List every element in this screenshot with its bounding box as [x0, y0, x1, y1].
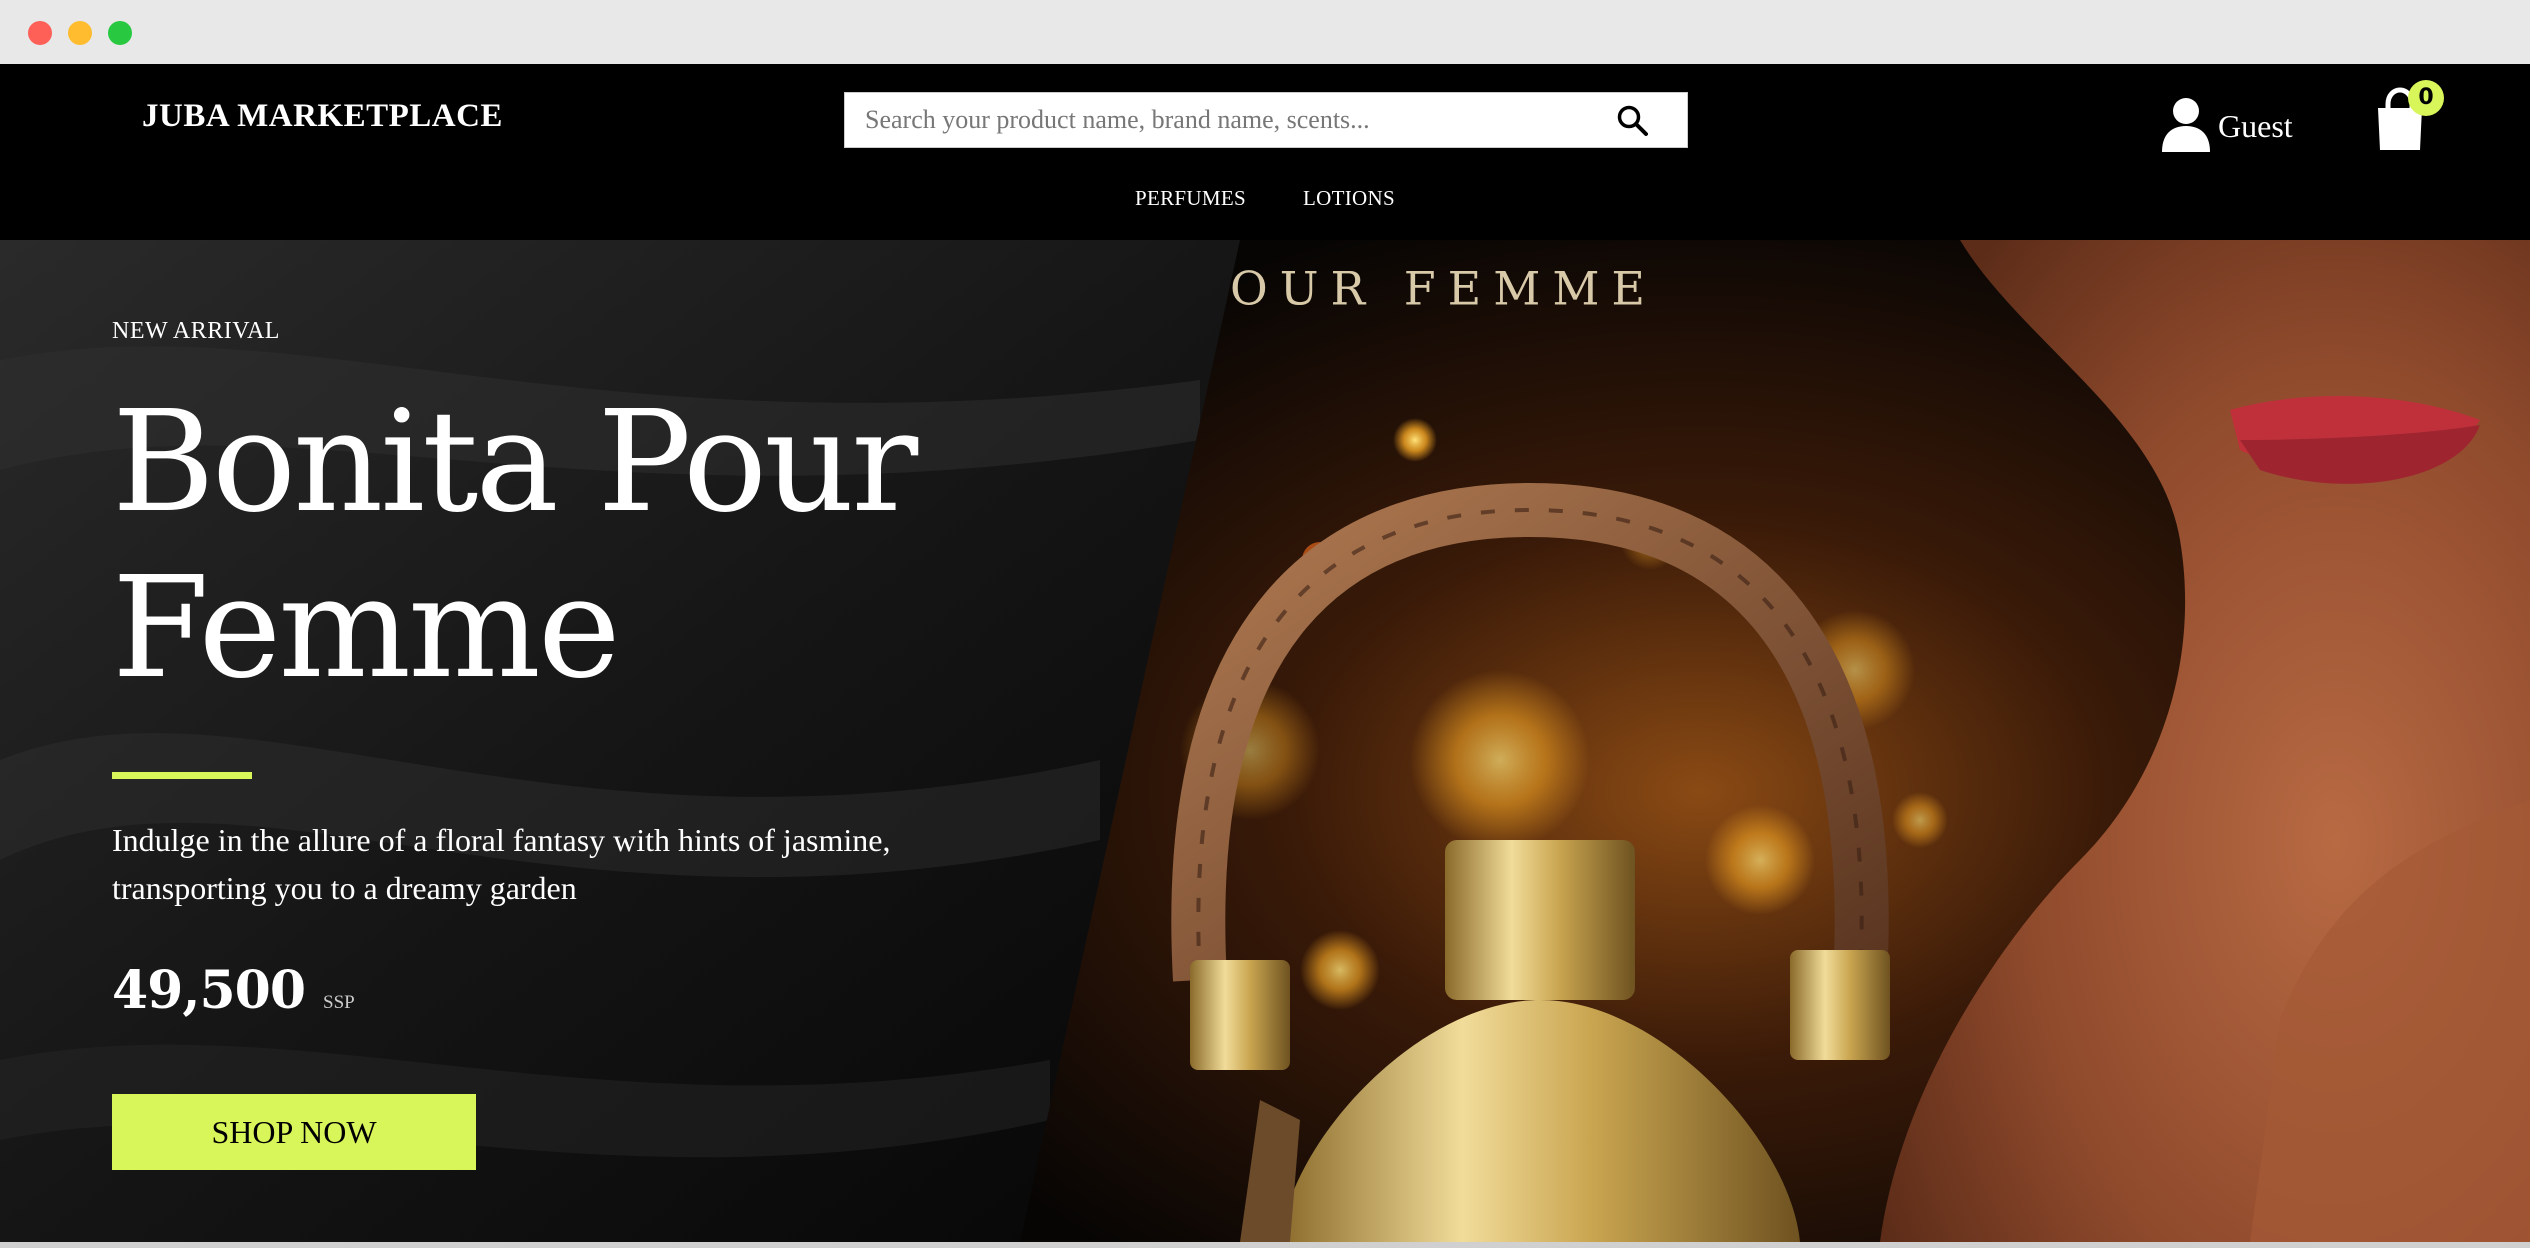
product-price: 49,500 [112, 960, 306, 1021]
bottom-edge [0, 1242, 2530, 1248]
hero-title: Bonita Pour Femme [112, 381, 918, 710]
close-window-button[interactable] [28, 21, 52, 45]
poster-text: OUR FEMME [1230, 261, 1657, 315]
shop-now-button[interactable]: SHOP NOW [112, 1094, 476, 1170]
user-icon [2162, 98, 2210, 152]
search-bar [844, 92, 1688, 148]
user-account[interactable]: Guest [2160, 92, 2293, 156]
nav-item-perfumes[interactable]: PERFUMES [1135, 186, 1246, 211]
price-currency: SSP [323, 992, 355, 1013]
search-button[interactable] [1615, 103, 1651, 139]
nav-item-lotions[interactable]: LOTIONS [1303, 186, 1395, 211]
main-nav: PERFUMES LOTIONS [0, 186, 2530, 211]
hero-eyebrow: NEW ARRIVAL [112, 318, 280, 344]
hero-banner: OUR FEMME NEW ARRIVAL Bonita Pour Femme … [0, 240, 2530, 1242]
brand-logo[interactable]: JUBA MARKETPLACE [142, 98, 503, 135]
search-icon [1617, 105, 1648, 136]
maximize-window-button[interactable] [108, 21, 132, 45]
price-row: 49,500 SSP [112, 960, 355, 1021]
cart-count-badge: 0 [2408, 80, 2444, 116]
cart-button[interactable]: 0 [2370, 80, 2444, 156]
user-label: Guest [2218, 107, 2293, 144]
window-chrome [0, 0, 2530, 64]
hero-description: Indulge in the allure of a floral fantas… [112, 822, 891, 906]
minimize-window-button[interactable] [68, 21, 92, 45]
site-header: JUBA MARKETPLACE Guest 0 PERFUMES LOTION… [0, 64, 2530, 240]
accent-divider [112, 772, 252, 779]
search-input[interactable] [865, 93, 1595, 147]
